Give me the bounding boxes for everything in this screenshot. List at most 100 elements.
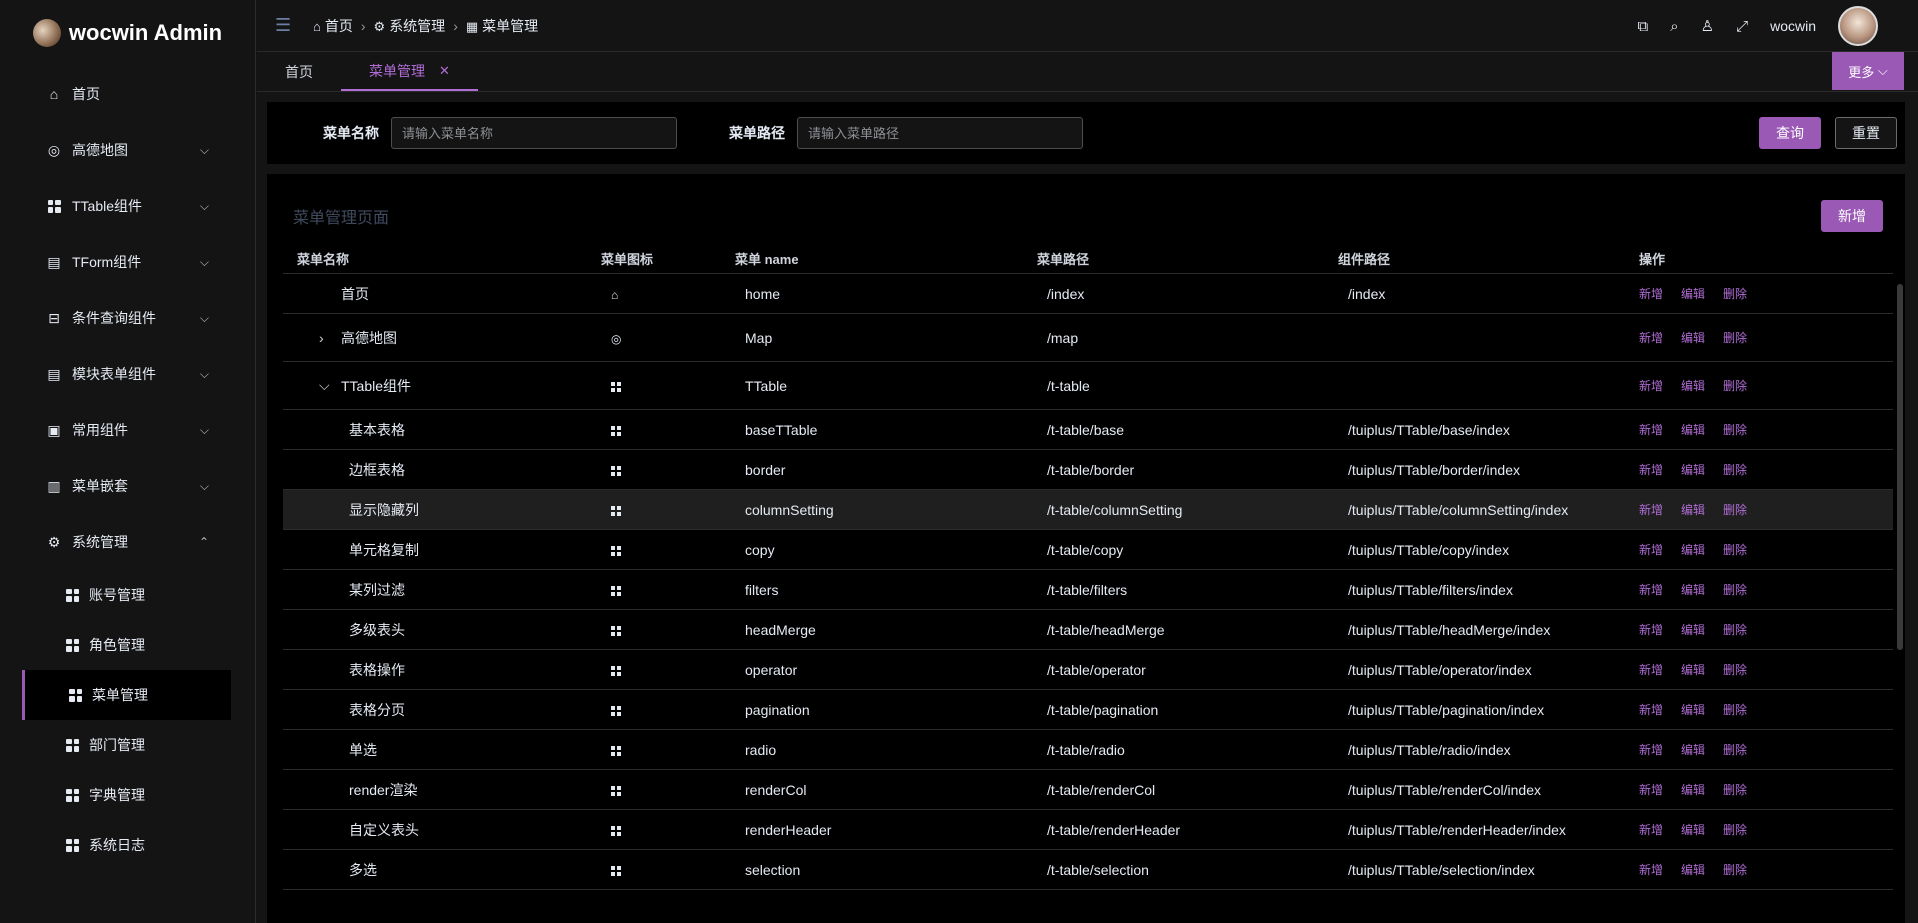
search-icon[interactable]: ⌕: [1670, 18, 1678, 35]
grid-icon: [611, 465, 621, 476]
sidebar-item-nested[interactable]: ▥ 菜单嵌套 ⌵: [0, 458, 255, 514]
sidebar-subitem-log[interactable]: 系统日志: [0, 820, 255, 870]
menu-name-input[interactable]: [391, 117, 677, 149]
table-row[interactable]: ⌵ TTable组件 TTable/t-table 新增 编辑 删除: [283, 362, 1893, 410]
row-delete-link[interactable]: 删除: [1723, 541, 1747, 558]
row-edit-link[interactable]: 编辑: [1681, 821, 1705, 838]
sidebar-item-tform[interactable]: ▤ TForm组件 ⌵: [0, 234, 255, 290]
briefcase-icon: ▣: [47, 421, 61, 438]
table-row[interactable]: 基本表格 baseTTable/t-table/base/tuiplus/TTab…: [283, 410, 1893, 450]
table-row[interactable]: 多选 selection/t-table/selection/tuiplus/TT…: [283, 850, 1893, 890]
row-delete-link[interactable]: 删除: [1723, 421, 1747, 438]
table-row[interactable]: 多级表头 headMerge/t-table/headMerge/tuiplus/…: [283, 610, 1893, 650]
row-edit-link[interactable]: 编辑: [1681, 581, 1705, 598]
table-row[interactable]: 自定义表头 renderHeader/t-table/renderHeader/t…: [283, 810, 1893, 850]
table-row[interactable]: 表格分页 pagination/t-table/pagination/tuiplu…: [283, 690, 1893, 730]
query-button[interactable]: 查询: [1759, 117, 1821, 149]
row-delete-link[interactable]: 删除: [1723, 781, 1747, 798]
row-delete-link[interactable]: 删除: [1723, 741, 1747, 758]
sidebar-subitem-menu[interactable]: 菜单管理: [22, 670, 231, 720]
row-edit-link[interactable]: 编辑: [1681, 861, 1705, 878]
row-edit-link[interactable]: 编辑: [1681, 541, 1705, 558]
row-delete-link[interactable]: 删除: [1723, 661, 1747, 678]
table-row[interactable]: 单选 radio/t-table/radio/tuiplus/TTable/rad…: [283, 730, 1893, 770]
row-delete-link[interactable]: 删除: [1723, 581, 1747, 598]
cell-component: /tuiplus/TTable/columnSetting/index: [1348, 501, 1569, 518]
row-add-link[interactable]: 新增: [1639, 501, 1663, 518]
row-add-link[interactable]: 新增: [1639, 329, 1663, 346]
fullscreen-icon[interactable]: ⤢: [1736, 18, 1748, 35]
sidebar-subitem-role[interactable]: 角色管理: [0, 620, 255, 670]
row-edit-link[interactable]: 编辑: [1681, 421, 1705, 438]
row-edit-link[interactable]: 编辑: [1681, 621, 1705, 638]
sidebar-item-system[interactable]: ⚙ 系统管理 ⌃: [0, 514, 255, 570]
row-add-link[interactable]: 新增: [1639, 285, 1663, 302]
row-delete-link[interactable]: 删除: [1723, 501, 1747, 518]
sidebar-item-ttable[interactable]: TTable组件 ⌵: [0, 178, 255, 234]
row-add-link[interactable]: 新增: [1639, 541, 1663, 558]
table-row[interactable]: 某列过滤 filters/t-table/filters/tuiplus/TTab…: [283, 570, 1893, 610]
row-add-link[interactable]: 新增: [1639, 701, 1663, 718]
menu-path-input[interactable]: [797, 117, 1083, 149]
row-add-link[interactable]: 新增: [1639, 861, 1663, 878]
row-delete-link[interactable]: 删除: [1723, 701, 1747, 718]
sidebar-item-common[interactable]: ▣ 常用组件 ⌵: [0, 402, 255, 458]
row-add-link[interactable]: 新增: [1639, 661, 1663, 678]
row-add-link[interactable]: 新增: [1639, 421, 1663, 438]
table-row[interactable]: › 高德地图 ◎ Map/map 新增 编辑 删除: [283, 314, 1893, 362]
language-icon[interactable]: ⧉: [1638, 18, 1649, 35]
row-add-link[interactable]: 新增: [1639, 781, 1663, 798]
row-delete-link[interactable]: 删除: [1723, 821, 1747, 838]
sidebar-item-amap[interactable]: ◎ 高德地图 ⌵: [0, 122, 255, 178]
row-edit-link[interactable]: 编辑: [1681, 701, 1705, 718]
sidebar-subitem-account[interactable]: 账号管理: [0, 570, 255, 620]
reset-button[interactable]: 重置: [1835, 117, 1897, 149]
sidebar-item-home[interactable]: ⌂ 首页: [0, 66, 255, 122]
tab-home[interactable]: 首页: [257, 52, 341, 91]
row-add-link[interactable]: 新增: [1639, 461, 1663, 478]
table-row[interactable]: 显示隐藏列 columnSetting/t-table/columnSetting…: [283, 490, 1893, 530]
row-edit-link[interactable]: 编辑: [1681, 329, 1705, 346]
row-delete-link[interactable]: 删除: [1723, 621, 1747, 638]
avatar[interactable]: [1838, 6, 1878, 46]
row-edit-link[interactable]: 编辑: [1681, 781, 1705, 798]
table-scrollbar[interactable]: [1897, 284, 1903, 650]
chevron-right-icon[interactable]: ›: [319, 330, 341, 346]
sidebar-item-module-form[interactable]: ▤ 模块表单组件 ⌵: [0, 346, 255, 402]
table-row[interactable]: 单元格复制 copy/t-table/copy/tuiplus/TTable/co…: [283, 530, 1893, 570]
breadcrumb-item-system[interactable]: ⚙ 系统管理: [374, 16, 446, 36]
table-row[interactable]: 首页 ⌂ home/index/index 新增 编辑 删除: [283, 274, 1893, 314]
row-edit-link[interactable]: 编辑: [1681, 741, 1705, 758]
sidebar-subitem-dict[interactable]: 字典管理: [0, 770, 255, 820]
row-delete-link[interactable]: 删除: [1723, 377, 1747, 394]
row-edit-link[interactable]: 编辑: [1681, 285, 1705, 302]
table-row[interactable]: 边框表格 border/t-table/border/tuiplus/TTable…: [283, 450, 1893, 490]
logo[interactable]: wocwin Admin: [0, 0, 255, 66]
tab-menu-management[interactable]: 菜单管理 ✕: [341, 52, 478, 91]
row-add-link[interactable]: 新增: [1639, 621, 1663, 638]
row-add-link[interactable]: 新增: [1639, 581, 1663, 598]
table-row[interactable]: 表格操作 operator/t-table/operator/tuiplus/TT…: [283, 650, 1893, 690]
row-edit-link[interactable]: 编辑: [1681, 661, 1705, 678]
row-delete-link[interactable]: 删除: [1723, 861, 1747, 878]
tabs-more-button[interactable]: 更多 ⌵: [1832, 52, 1904, 90]
menu-fold-icon[interactable]: ☰: [275, 15, 295, 36]
user-name[interactable]: wocwin: [1770, 18, 1816, 34]
add-button[interactable]: 新增: [1821, 200, 1883, 232]
chevron-down-icon[interactable]: ⌵: [319, 377, 341, 394]
table-row[interactable]: render渲染 renderCol/t-table/renderCol/tuip…: [283, 770, 1893, 810]
row-delete-link[interactable]: 删除: [1723, 285, 1747, 302]
row-add-link[interactable]: 新增: [1639, 377, 1663, 394]
row-add-link[interactable]: 新增: [1639, 821, 1663, 838]
row-delete-link[interactable]: 删除: [1723, 329, 1747, 346]
sidebar-item-query[interactable]: ⊟ 条件查询组件 ⌵: [0, 290, 255, 346]
sidebar-subitem-dept[interactable]: 部门管理: [0, 720, 255, 770]
theme-shirt-icon[interactable]: ♙: [1701, 17, 1714, 35]
row-edit-link[interactable]: 编辑: [1681, 377, 1705, 394]
close-icon[interactable]: ✕: [439, 63, 450, 79]
row-edit-link[interactable]: 编辑: [1681, 461, 1705, 478]
row-edit-link[interactable]: 编辑: [1681, 501, 1705, 518]
row-delete-link[interactable]: 删除: [1723, 461, 1747, 478]
row-add-link[interactable]: 新增: [1639, 741, 1663, 758]
breadcrumb-item-home[interactable]: ⌂ 首页: [313, 16, 353, 36]
